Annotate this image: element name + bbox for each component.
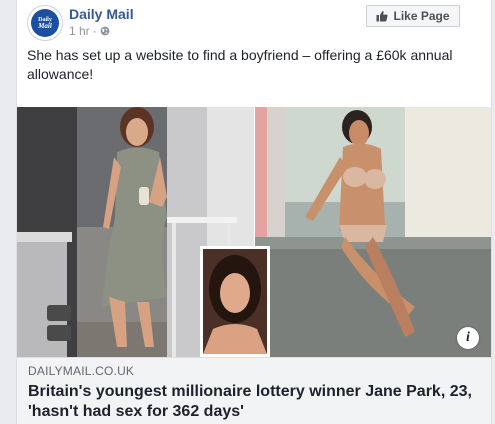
like-page-button[interactable]: Like Page [366,5,460,27]
inset-photo [200,246,270,357]
post-meta: 1 hr · [69,24,110,38]
info-icon[interactable]: i [457,327,479,349]
link-preview-footer[interactable]: DAILYMAIL.CO.UK Britain's youngest milli… [17,357,491,424]
page-name-link[interactable]: Daily Mail [69,6,134,22]
post-message: She has set up a website to find a boyfr… [27,47,453,82]
photo-right [255,107,491,357]
daily-mail-logo: Daily Mail [31,9,59,37]
link-domain: DAILYMAIL.CO.UK [28,364,135,378]
link-headline[interactable]: Britain's youngest millionaire lottery w… [28,382,483,422]
post-card: Daily Mail Daily Mail 1 hr · Like Page S… [16,0,492,424]
link-image[interactable]: i [17,107,491,357]
logo-text-bottom: Mail [38,21,52,30]
meta-separator: · [92,24,97,38]
thumbs-up-icon [376,10,389,22]
like-page-label: Like Page [393,9,450,23]
page-avatar[interactable]: Daily Mail [27,5,63,41]
globe-icon[interactable] [100,26,110,36]
post-timestamp[interactable]: 1 hr [69,24,90,38]
